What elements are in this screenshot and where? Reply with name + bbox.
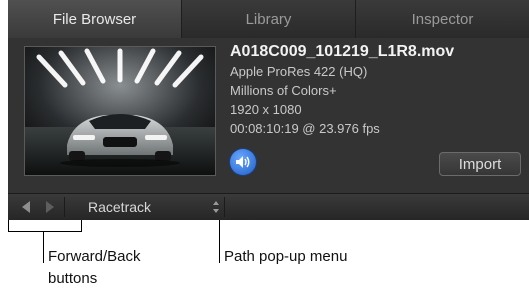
car-thumbnail-image: [25, 47, 215, 175]
forward-button[interactable]: [40, 198, 60, 216]
callout-bracket-right: [81, 220, 82, 232]
tab-inspector[interactable]: Inspector: [356, 0, 529, 38]
back-arrow-icon: [22, 201, 30, 213]
callout-nav-line1: Forward/Back: [48, 248, 141, 265]
path-bar-divider: [64, 197, 65, 217]
path-popup-menu[interactable]: Racetrack: [88, 199, 151, 215]
callout-nav-line2: buttons: [48, 270, 98, 287]
forward-arrow-icon: [46, 201, 54, 213]
callout-nav-text: Forward/Back buttons: [48, 246, 141, 290]
clip-filename: A018C009_101219_L1R8.mov: [230, 43, 455, 60]
callout-leader-nav: [43, 231, 44, 263]
clip-thumbnail[interactable]: [24, 46, 216, 176]
tab-library-label: Library: [245, 10, 292, 28]
clip-info-area: A018C009_101219_L1R8.mov Apple ProRes 42…: [8, 38, 529, 193]
clip-codec: Apple ProRes 422 (HQ): [230, 64, 368, 79]
tab-library[interactable]: Library: [182, 0, 356, 38]
clip-resolution: 1920 x 1080: [230, 102, 302, 117]
import-button[interactable]: Import: [439, 152, 521, 176]
speaker-icon[interactable]: [230, 149, 256, 175]
callout-path-text: Path pop-up menu: [224, 248, 348, 265]
tab-bar: File Browser Library Inspector: [8, 0, 529, 38]
path-bar-divider: [224, 197, 225, 217]
speaker-glyph-icon: [236, 156, 250, 168]
clip-metadata: A018C009_101219_L1R8.mov Apple ProRes 42…: [230, 42, 454, 138]
tab-file-browser-label: File Browser: [52, 10, 137, 28]
updown-arrows-icon[interactable]: [212, 200, 220, 214]
callout-bracket-bottom: [8, 231, 82, 232]
clip-duration: 00:08:10:19 @ 23.976 fps: [230, 121, 380, 136]
clip-color-depth: Millions of Colors+: [230, 83, 337, 98]
tab-inspector-label: Inspector: [411, 10, 474, 28]
callout-leader-path: [219, 220, 220, 263]
back-button[interactable]: [16, 198, 36, 216]
file-browser-panel: File Browser Library Inspector A018C009_…: [8, 0, 529, 220]
path-bar: Racetrack: [8, 193, 529, 220]
tab-file-browser[interactable]: File Browser: [8, 0, 182, 38]
